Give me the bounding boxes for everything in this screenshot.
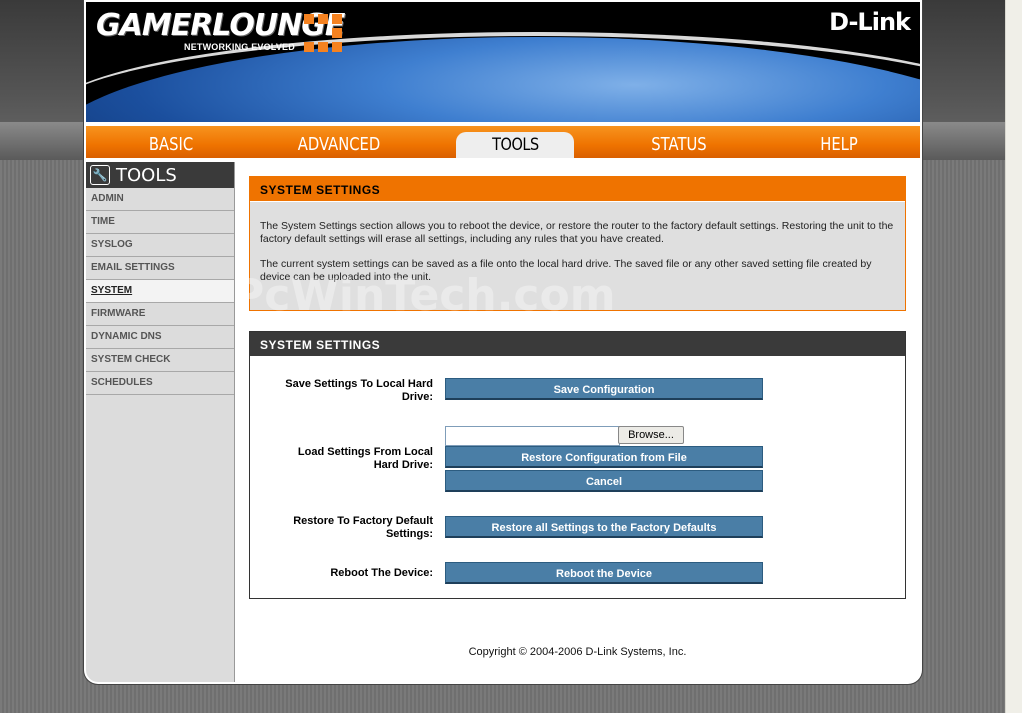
config-file-input[interactable] — [445, 426, 620, 446]
vertical-scrollbar[interactable] — [1005, 0, 1022, 713]
sidebar-item-dynamic-dns[interactable]: DYNAMIC DNS — [86, 326, 234, 349]
logo-squares-icon — [304, 14, 344, 54]
sidebar-item-syslog[interactable]: SYSLOG — [86, 234, 234, 257]
restore-configuration-button[interactable]: Restore Configuration from File — [445, 446, 763, 468]
tab-help[interactable]: HELP — [791, 132, 888, 158]
sidebar-item-firmware[interactable]: FIRMWARE — [86, 303, 234, 326]
tab-advanced[interactable]: ADVANCED — [291, 132, 388, 158]
factory-defaults-label: Restore To Factory Default Settings: — [293, 515, 433, 540]
save-configuration-button[interactable]: Save Configuration — [445, 378, 763, 400]
info-paragraph-1: The System Settings section allows you t… — [260, 220, 894, 245]
sidebar-item-email-settings[interactable]: EMAIL SETTINGS — [86, 257, 234, 280]
settings-box-title: SYSTEM SETTINGS — [250, 332, 905, 356]
sidebar-item-admin[interactable]: ADMIN — [86, 188, 234, 211]
header-banner: GAMERLOUNGE NETWORKING EVOLVED D-Link — [86, 2, 920, 122]
save-settings-label: Save Settings To Local Hard Drive: — [285, 378, 433, 403]
sidebar-item-system[interactable]: SYSTEM — [86, 280, 234, 303]
reboot-label: Reboot The Device: — [330, 567, 433, 579]
wrench-icon: 🔧 — [90, 165, 110, 185]
sidebar-title-text: TOOLS — [116, 164, 177, 186]
tab-tools-label: TOOLS — [491, 135, 539, 155]
sidebar-item-time[interactable]: TIME — [86, 211, 234, 234]
browse-button[interactable]: Browse... — [618, 426, 684, 444]
sidebar-title: 🔧 TOOLS — [86, 162, 234, 188]
tab-status[interactable]: STATUS — [631, 132, 728, 158]
main-tabs: BASIC ADVANCED TOOLS STATUS HELP — [86, 126, 920, 158]
info-box: SYSTEM SETTINGS The System Settings sect… — [249, 176, 906, 311]
reboot-device-button[interactable]: Reboot the Device — [445, 562, 763, 584]
factory-defaults-button[interactable]: Restore all Settings to the Factory Defa… — [445, 516, 763, 538]
sidebar-item-system-check[interactable]: SYSTEM CHECK — [86, 349, 234, 372]
copyright-text: Copyright © 2004-2006 D-Link Systems, In… — [468, 646, 687, 658]
sidebar-item-schedules[interactable]: SCHEDULES — [86, 372, 234, 395]
load-settings-label: Load Settings From Local Hard Drive: — [297, 446, 433, 471]
info-box-title: SYSTEM SETTINGS — [250, 177, 905, 202]
router-admin-page: GAMERLOUNGE NETWORKING EVOLVED D-Link BA… — [84, 0, 922, 684]
settings-box: SYSTEM SETTINGS Save Settings To Local H… — [249, 331, 906, 599]
main-content: SYSTEM SETTINGS The System Settings sect… — [249, 176, 906, 599]
info-box-body: The System Settings section allows you t… — [250, 202, 905, 310]
sidebar: 🔧 TOOLS ADMIN TIME SYSLOG EMAIL SETTINGS… — [86, 162, 235, 682]
cancel-button[interactable]: Cancel — [445, 470, 763, 492]
tab-basic[interactable]: BASIC — [123, 132, 220, 158]
tab-tools[interactable]: TOOLS — [456, 132, 574, 158]
dlink-logo: D-Link — [829, 8, 911, 36]
info-paragraph-2: The current system settings can be saved… — [260, 258, 872, 283]
